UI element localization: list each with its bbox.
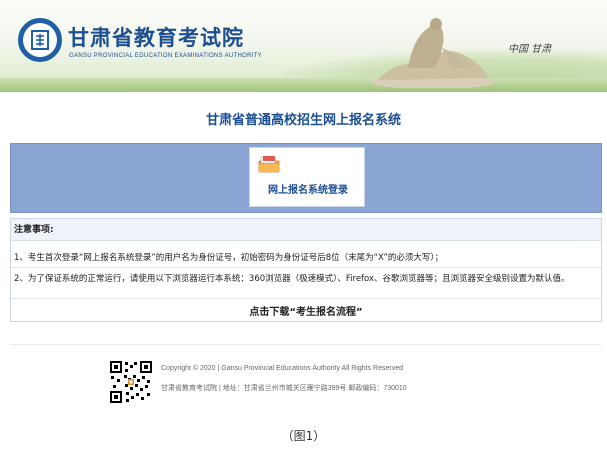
qr-code-icon <box>109 360 153 404</box>
notice-heading: 注意事项: <box>11 219 601 241</box>
header-banner: 甘肃省教育考试院 GANSU PROVINCIAL EDUCATION EXAM… <box>0 0 607 92</box>
notice-item: 1、考生首次登录“网上报名系统登录”的用户名为身份证号，初始密码为身份证号后8位… <box>14 253 444 263</box>
banner-grass <box>0 78 607 92</box>
figure-caption: （图1） <box>281 429 326 443</box>
notice-panel: 注意事项: 1、考生首次登录“网上报名系统登录”的用户名为身份证号，初始密码为身… <box>10 218 602 322</box>
notice-divider <box>11 298 601 299</box>
login-button-label: 网上报名系统登录 <box>268 185 348 196</box>
copyright-text: Copyright © 2020 | Gansu Provincial Educ… <box>161 365 403 372</box>
folder-icon <box>258 156 280 173</box>
site-subtitle: GANSU PROVINCIAL EDUCATION EXAMINATIONS … <box>69 53 262 59</box>
site-title: 甘肃省教育考试院 <box>68 26 244 50</box>
institution-seal-icon <box>18 18 62 62</box>
login-button[interactable]: 网上报名系统登录 <box>249 147 365 207</box>
login-section: 网上报名系统登录 <box>10 143 602 213</box>
footer-address: 甘肃省教育考试院 | 地址：甘肃省兰州市城关区雁宁路399号 邮政编码：7300… <box>161 385 407 392</box>
sculpture-image-icon <box>371 18 495 88</box>
system-title: 甘肃省普通高校招生网上报名系统 <box>205 113 401 128</box>
region-label: 中国 甘肃 <box>508 44 552 55</box>
footer-divider <box>10 344 602 345</box>
download-process-link[interactable]: 点击下载“考生报名流程” <box>11 303 601 318</box>
notice-item: 2、为了保证系统的正常运行，请使用以下浏览器运行本系统：360浏览器（极速模式）… <box>14 274 570 284</box>
notice-divider <box>11 267 601 268</box>
